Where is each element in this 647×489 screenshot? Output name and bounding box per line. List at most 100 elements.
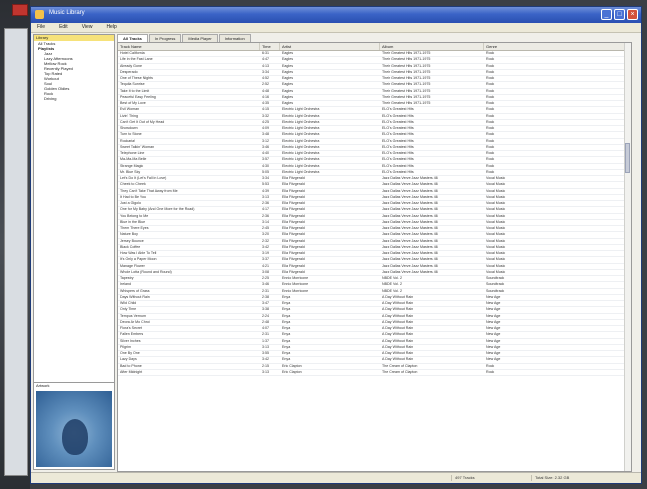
genre-cell: Vocal Music — [486, 219, 506, 224]
genre-cell: Vocal Music — [486, 194, 506, 199]
sidebar-item[interactable]: Driving — [34, 96, 114, 101]
view-tabs: All Tracks In Progress Media Player Info… — [117, 34, 251, 42]
time-cell: 3:46 — [262, 282, 269, 287]
album-cell: A Day Without Rain — [382, 301, 414, 305]
album-cell: ELO's Greatest Hits — [382, 169, 414, 174]
track-name-cell: Fallen Embers — [120, 332, 144, 337]
tab-in-progress[interactable]: In Progress — [148, 34, 182, 42]
time-cell: 3:20 — [262, 232, 269, 237]
album-cell: ELO's Greatest Hits — [382, 132, 414, 137]
album-cell: Jazz Dallas Verve Jazz Masters 46 — [382, 188, 438, 193]
time-cell: 3:34 — [262, 69, 269, 74]
genre-cell: New Age — [486, 338, 501, 343]
time-cell: 2:24 — [262, 313, 269, 318]
time-cell: 3:13 — [262, 344, 269, 349]
column-header-artist[interactable]: Artist — [280, 43, 380, 50]
genre-cell: Rock — [486, 113, 495, 118]
track-name-cell: It Had to Be You — [120, 194, 146, 199]
column-header-track-name[interactable]: Track Name — [118, 43, 260, 50]
title-bar[interactable]: Music Library _ □ × — [31, 7, 641, 23]
time-cell: 4:17 — [262, 207, 269, 212]
track-name-cell: Pilgrim — [120, 344, 131, 349]
genre-cell: Rock — [486, 88, 495, 93]
vertical-scrollbar[interactable] — [624, 43, 631, 471]
column-header-genre[interactable]: Genre — [484, 43, 625, 50]
table-row[interactable]: After Midnight 3:13 Eric Clapton The Cream … — [118, 370, 631, 376]
time-cell: 4:30 — [262, 163, 269, 168]
time-cell: 4:13 — [262, 63, 269, 68]
genre-cell: Rock — [486, 157, 495, 162]
track-name-cell: Silver Inches — [120, 338, 141, 343]
album-cell: Jazz Dallas Verve Jazz Masters 46 — [382, 182, 438, 187]
artist-cell: Eagles — [282, 101, 293, 105]
track-name-cell: Tempus Vernum — [120, 313, 146, 318]
column-header-album[interactable]: Album — [380, 43, 484, 50]
artist-cell: Enya — [282, 313, 291, 318]
album-cell: Their Greatest Hits 1971-1975 — [382, 57, 431, 62]
maximize-button[interactable]: □ — [614, 9, 625, 20]
artist-cell: Enya — [282, 301, 291, 305]
genre-cell: New Age — [486, 313, 501, 318]
time-cell: 5:53 — [262, 182, 269, 187]
menu-edit[interactable]: Edit — [59, 23, 68, 32]
artist-cell: Enya — [282, 307, 291, 312]
album-cell: Their Greatest Hits 1971-1975 — [382, 88, 431, 93]
album-cell: A Day Without Rain — [382, 294, 414, 299]
column-header-time[interactable]: Time — [260, 43, 280, 50]
time-cell: 4:35 — [262, 101, 269, 105]
background-window-close-button[interactable] — [12, 4, 28, 16]
genre-cell: Rock — [486, 57, 495, 62]
time-cell: 4:47 — [262, 57, 269, 62]
genre-cell: Rock — [486, 119, 495, 124]
track-name-cell: Turn to Stone — [120, 132, 142, 137]
close-button[interactable]: × — [627, 9, 638, 20]
genre-cell: Rock — [486, 144, 495, 149]
minimize-button[interactable]: _ — [601, 9, 612, 20]
track-name-cell: You Belong to Me — [120, 213, 149, 218]
genre-cell: New Age — [486, 344, 501, 349]
genre-cell: Rock — [486, 163, 495, 168]
music-library-window: Music Library _ □ × File Edit View Help … — [30, 6, 642, 484]
scrollbar-thumb[interactable] — [625, 143, 630, 173]
artist-cell: Ella Fitzgerald — [282, 219, 305, 224]
album-cell: Jazz Dallas Verve Jazz Masters 46 — [382, 232, 438, 237]
menu-view[interactable]: View — [82, 23, 93, 32]
genre-cell: Vocal Music — [486, 213, 506, 218]
track-name-cell: Rockaria! — [120, 138, 136, 143]
album-artwork-figure — [62, 419, 88, 455]
tab-media-player[interactable]: Media Player — [182, 34, 218, 42]
artist-cell: Electric Light Orchestra — [282, 119, 320, 124]
album-cell: Their Greatest Hits 1971-1975 — [382, 101, 431, 105]
genre-cell: New Age — [486, 307, 501, 312]
artist-cell: Electric Light Orchestra — [282, 163, 320, 168]
genre-cell: New Age — [486, 332, 501, 337]
time-cell: 4:15 — [262, 107, 269, 112]
time-cell: 2:36 — [262, 213, 269, 218]
album-cell: ELO's Greatest Hits — [382, 113, 414, 118]
track-name-cell: Can't Get It Out of My Head — [120, 119, 165, 124]
artist-cell: Enya — [282, 357, 291, 362]
time-cell: 2:32 — [262, 238, 269, 243]
time-cell: 3:57 — [262, 157, 269, 162]
genre-cell: Vocal Music — [486, 232, 506, 237]
genre-cell: Vocal Music — [486, 176, 506, 180]
track-name-cell: Cheek to Cheek — [120, 182, 146, 187]
artist-cell: Electric Light Orchestra — [282, 138, 320, 143]
menu-file[interactable]: File — [37, 23, 45, 32]
track-name-cell: Best of My Love — [120, 101, 146, 105]
background-window-pane — [4, 28, 28, 476]
track-name-cell: Showdown — [120, 126, 138, 130]
artist-cell: Ella Fitzgerald — [282, 244, 305, 249]
track-name-cell: Whole Lotta (Round and Round) — [120, 269, 172, 274]
menu-help[interactable]: Help — [106, 23, 116, 32]
album-cell: Jazz Dallas Verve Jazz Masters 46 — [382, 226, 438, 230]
tab-all-tracks[interactable]: All Tracks — [117, 34, 148, 42]
time-cell: 2:31 — [262, 288, 269, 293]
time-cell: 3:38 — [262, 307, 269, 312]
artwork-panel: Artwork — [34, 382, 114, 469]
genre-cell: Rock — [486, 132, 495, 137]
album-cell: A Day Without Rain — [382, 307, 414, 312]
tab-information[interactable]: Information — [218, 34, 251, 42]
time-cell: 3:14 — [262, 219, 269, 224]
album-cell: ELO's Greatest Hits — [382, 119, 414, 124]
